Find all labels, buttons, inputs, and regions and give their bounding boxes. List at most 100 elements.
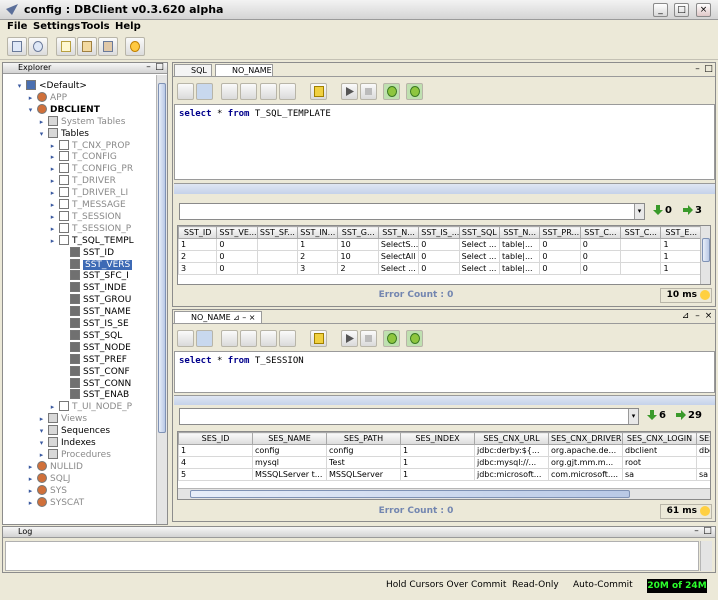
- maximize-button[interactable]: □: [674, 3, 689, 17]
- rollback-button[interactable]: [406, 330, 423, 347]
- bottom-restore-button[interactable]: ⊿: [681, 312, 690, 322]
- editor-view-button[interactable]: [196, 330, 213, 347]
- commit-button[interactable]: [383, 330, 400, 347]
- clear-button[interactable]: [310, 83, 327, 100]
- column-header[interactable]: SES_ID: [178, 432, 253, 445]
- table-cell[interactable]: 3: [178, 262, 218, 275]
- grid-scrollbar-top[interactable]: [700, 226, 710, 284]
- menu-file[interactable]: File: [7, 21, 27, 32]
- column-header[interactable]: SES_CNX_URL: [474, 432, 549, 445]
- table-cell[interactable]: 0: [216, 250, 258, 263]
- tree-item[interactable]: SST_SQL: [70, 329, 122, 342]
- tree-item[interactable]: ▸ NULLID: [29, 460, 83, 473]
- log-scrollbar[interactable]: [700, 541, 712, 571]
- table-cell[interactable]: Select ...: [377, 262, 420, 275]
- tree-item[interactable]: SST_NODE: [70, 341, 131, 354]
- tree-item[interactable]: ▸ T_CNX_PROP: [51, 139, 130, 152]
- top-maximize-button[interactable]: □: [704, 65, 713, 75]
- expand-toggle-icon[interactable]: ▸: [49, 237, 56, 245]
- table-cell[interactable]: mysql: [252, 456, 327, 469]
- read-only-toggle[interactable]: Read-Only: [512, 580, 559, 590]
- splitter-top[interactable]: [174, 183, 715, 194]
- expand-toggle-icon[interactable]: ▸: [27, 475, 34, 483]
- table-cell[interactable]: 5: [178, 468, 253, 481]
- table-row[interactable]: 5 MSSQLServer t... MSSQLServer 1 jdbc:micros…: [178, 468, 710, 481]
- table-row[interactable]: 4 mysql Test 1 jdbc:mysql://... org.gjt.mm.m.…: [178, 456, 710, 469]
- column-header[interactable]: SES_CNX_LOGIN: [622, 432, 697, 445]
- sql-editor-top[interactable]: select * from T_SQL_TEMPLATE: [174, 104, 715, 180]
- tree-item[interactable]: ▾ DBCLIENT: [29, 103, 100, 116]
- table-cell[interactable]: [256, 238, 299, 251]
- table-row[interactable]: 1 config config 1 jdbc:derby:${... org.apache…: [178, 444, 710, 457]
- expand-toggle-icon[interactable]: ▸: [49, 178, 56, 185]
- table-row[interactable]: 1 0 1 10 SelectS... 0 Select ... table|... 0 0 1: [178, 238, 702, 251]
- table-cell[interactable]: 0: [579, 238, 622, 251]
- about-button[interactable]: [125, 37, 145, 56]
- table-cell[interactable]: 2: [297, 250, 339, 263]
- table-cell[interactable]: 1: [660, 250, 702, 263]
- column-header[interactable]: SES_NAME: [252, 432, 327, 445]
- expand-toggle-icon[interactable]: ▾: [38, 428, 45, 435]
- save-button[interactable]: [240, 330, 257, 347]
- filter-combo-top[interactable]: ▾: [179, 203, 645, 220]
- print-button[interactable]: [260, 83, 277, 100]
- log-maximize-button[interactable]: □: [703, 527, 712, 537]
- tree-item[interactable]: ▸ T_SESSION_P: [51, 222, 131, 235]
- tree-item[interactable]: ▸ SYSCAT: [29, 496, 84, 509]
- tab-sql[interactable]: SQL: [174, 64, 212, 76]
- table-cell[interactable]: Select ...: [458, 262, 500, 275]
- expand-toggle-icon[interactable]: ▸: [27, 499, 34, 507]
- table-cell[interactable]: 1: [178, 444, 253, 457]
- close-button[interactable]: ×: [696, 3, 711, 17]
- save-button[interactable]: [240, 83, 257, 100]
- table-cell[interactable]: jdbc:derby:${...: [474, 444, 549, 457]
- expand-toggle-icon[interactable]: ▸: [49, 190, 56, 197]
- sql-editor-bottom[interactable]: select * from T_SESSION: [174, 351, 715, 393]
- tree-item[interactable]: ▸ T_CONFIG: [51, 151, 117, 163]
- clear-button[interactable]: [310, 330, 327, 347]
- expand-toggle-icon[interactable]: ▸: [49, 225, 56, 233]
- grid-hscroll-thumb-bottom[interactable]: [190, 490, 630, 498]
- column-header[interactable]: SST_C...: [620, 226, 662, 239]
- run-button[interactable]: [341, 83, 358, 100]
- table-cell[interactable]: [620, 262, 662, 275]
- tree-item[interactable]: ▸ System Tables: [40, 115, 125, 128]
- table-cell[interactable]: 0: [418, 238, 460, 251]
- image-button[interactable]: [98, 37, 118, 56]
- chevron-down-icon[interactable]: ▾: [628, 409, 638, 424]
- stop-button[interactable]: [279, 83, 296, 100]
- tree-item[interactable]: SST_NAME: [70, 306, 131, 318]
- expand-toggle-icon[interactable]: ▸: [49, 202, 56, 209]
- chevron-down-icon[interactable]: ▾: [634, 204, 644, 219]
- column-header[interactable]: SST_E...: [660, 226, 702, 239]
- table-cell[interactable]: MSSQLServer t...: [252, 468, 327, 481]
- tree-item[interactable]: SST_IS_SE: [70, 318, 129, 330]
- column-header[interactable]: SST_SQL: [458, 226, 500, 239]
- commit-button[interactable]: [383, 83, 400, 100]
- tree-item[interactable]: ▸ T_CONFIG_PR: [51, 163, 133, 175]
- expand-toggle-icon[interactable]: ▸: [27, 487, 34, 495]
- table-cell[interactable]: sa: [622, 468, 697, 481]
- tree-item[interactable]: ▸ T_SESSION: [51, 210, 121, 223]
- tree-item[interactable]: ▸ Procedures: [40, 448, 111, 461]
- tree-item[interactable]: ▾ Indexes: [40, 437, 96, 449]
- expand-toggle-icon[interactable]: ▾: [27, 106, 34, 114]
- column-header[interactable]: SST_VE...: [216, 226, 258, 239]
- table-cell[interactable]: root: [622, 456, 697, 469]
- tree-item[interactable]: SST_VERS: [70, 258, 133, 271]
- tree-item[interactable]: SST_ID: [70, 246, 114, 259]
- table-row[interactable]: 3 0 3 2 Select ... 0 Select ... table|... 0 0 1: [178, 262, 702, 275]
- table-cell[interactable]: 0: [216, 238, 258, 251]
- table-cell[interactable]: 1: [400, 444, 475, 457]
- table-cell[interactable]: SelectS...: [377, 238, 420, 251]
- connect-button[interactable]: [7, 37, 27, 56]
- table-cell[interactable]: SelectAll: [377, 250, 420, 263]
- log-text-area[interactable]: [5, 541, 699, 571]
- table-cell[interactable]: 0: [418, 250, 460, 263]
- table-cell[interactable]: table|...: [498, 262, 541, 275]
- table-row[interactable]: 2 0 2 10 SelectAll 0 Select ... table|... 0 0 1: [178, 250, 702, 263]
- tree-item[interactable]: ▸ Views: [40, 413, 87, 425]
- table-cell[interactable]: MSSQLServer: [326, 468, 401, 481]
- table-cell[interactable]: 0: [418, 262, 460, 275]
- column-header[interactable]: SST_C...: [579, 226, 622, 239]
